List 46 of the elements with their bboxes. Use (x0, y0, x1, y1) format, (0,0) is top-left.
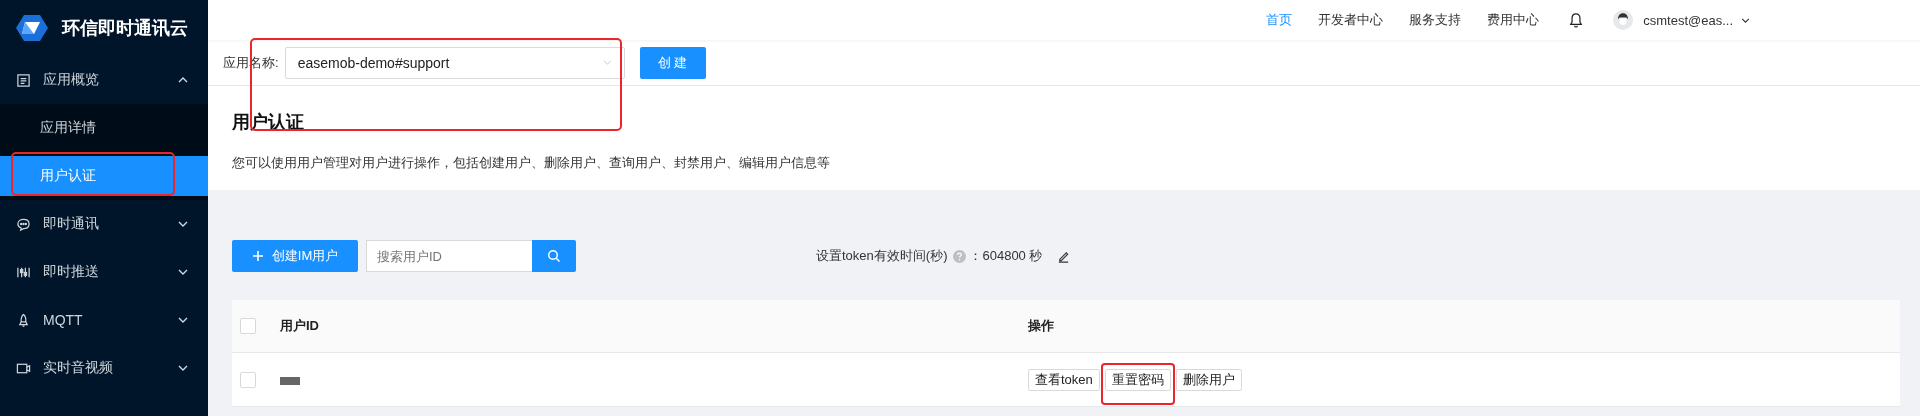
chevron-icon (1741, 17, 1750, 23)
menu-label: 即时推送 (43, 263, 100, 281)
action-button[interactable]: 查看token (1028, 368, 1100, 391)
rocket-icon (16, 312, 31, 328)
token-value: ：604800 秒 (969, 247, 1043, 265)
search-icon (547, 249, 561, 263)
page-description: 您可以使用用户管理对用户进行操作，包括创建用户、删除用户、查询用户、封禁用户、编辑用户信息等 (232, 154, 831, 172)
menu-label: 即时通讯 (43, 215, 100, 233)
chevron-icon (178, 317, 188, 323)
checkbox[interactable] (240, 318, 256, 334)
help-icon[interactable] (953, 249, 967, 263)
avatar-icon[interactable] (1613, 10, 1634, 30)
menu-item[interactable]: MQTT (0, 296, 208, 344)
document-icon (16, 72, 31, 88)
chat-icon (16, 216, 31, 232)
menu-item[interactable]: 应用概览 (0, 56, 208, 104)
menu-label: 应用概览 (43, 71, 100, 89)
menu-label: MQTT (43, 312, 84, 328)
user-name[interactable]: csmtest@eas... (1643, 12, 1733, 28)
bell-icon[interactable] (1569, 12, 1584, 28)
menu-item[interactable]: 即时推送 (0, 248, 208, 296)
plus-icon (251, 250, 264, 262)
action-button[interactable]: 重置密码 (1104, 368, 1171, 391)
menu-item[interactable]: 实时音视频 (0, 344, 208, 392)
action-button[interactable]: 删除用户 (1175, 368, 1242, 391)
nav-link[interactable]: 服务支持 (1409, 11, 1462, 29)
chevron-icon (602, 60, 612, 65)
token-label: 设置token有效时间(秒) (816, 247, 948, 265)
menu-item[interactable]: 即时通讯 (0, 200, 208, 248)
chevron-icon (178, 365, 188, 371)
chevron-icon (178, 77, 188, 83)
checkbox[interactable] (240, 371, 256, 388)
chevron-icon (178, 221, 188, 227)
search-button[interactable] (532, 240, 576, 272)
brand-name: 环信即时通讯云 (62, 17, 188, 40)
app-select[interactable]: easemob-demo#support (284, 46, 625, 79)
logo-icon (16, 14, 48, 42)
chevron-icon (178, 269, 188, 275)
nav-link[interactable]: 费用中心 (1487, 11, 1540, 29)
submenu-item[interactable]: 应用详情 (0, 104, 208, 152)
edit-icon[interactable] (1057, 249, 1071, 263)
search-field[interactable]: 搜索用户ID (366, 240, 532, 272)
menu-label: 实时音视频 (43, 359, 114, 377)
column-header: 用户ID (280, 317, 320, 335)
nav-link[interactable]: 开发者中心 (1318, 11, 1384, 29)
column-header: 操作 (1028, 317, 1055, 335)
